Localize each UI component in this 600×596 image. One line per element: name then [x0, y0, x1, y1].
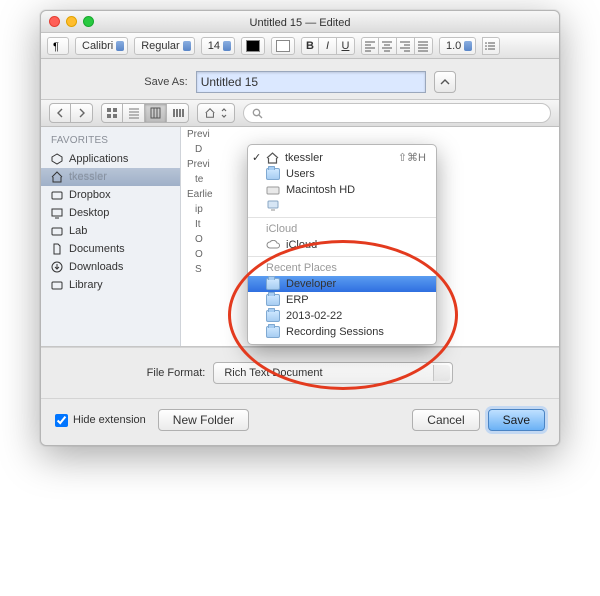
menu-header-recent: Recent Places — [248, 260, 436, 276]
menu-item-users[interactable]: Users — [248, 166, 436, 182]
menu-item-volume[interactable]: Macintosh HD — [248, 182, 436, 198]
menu-item-recent-developer[interactable]: Developer — [248, 276, 436, 292]
new-folder-button[interactable]: New Folder — [158, 409, 249, 431]
folder-icon — [266, 168, 280, 180]
hide-extension-checkbox[interactable]: Hide extension — [55, 414, 146, 427]
menu-item-recent-recording[interactable]: Recording Sessions — [248, 324, 436, 340]
menu-separator — [248, 217, 436, 218]
menu-separator — [248, 256, 436, 257]
sidebar-item-home[interactable]: tkessler — [41, 168, 180, 186]
menu-header-icloud: iCloud — [248, 221, 436, 237]
chevron-updown-icon — [220, 108, 228, 118]
folder-icon — [266, 310, 280, 322]
bold-button[interactable]: B — [301, 37, 319, 55]
coverflow-view-button[interactable] — [167, 103, 189, 123]
save-button[interactable]: Save — [488, 409, 545, 431]
icon-view-button[interactable] — [101, 103, 123, 123]
view-segment — [101, 103, 189, 123]
menu-item-icloud[interactable]: iCloud — [248, 237, 436, 253]
underline-button[interactable]: U — [337, 37, 355, 55]
sidebar-item-library[interactable]: Library — [41, 276, 180, 294]
column-view-button[interactable] — [145, 103, 167, 123]
highlight-color-button[interactable] — [271, 37, 295, 55]
dialog-footer: Hide extension New Folder Cancel Save — [41, 399, 559, 445]
file-format-select[interactable]: Rich Text Document — [213, 362, 453, 384]
home-icon — [204, 107, 216, 119]
path-popup-button[interactable] — [197, 103, 235, 123]
titlebar[interactable]: Untitled 15 — Edited — [41, 11, 559, 33]
back-button[interactable] — [49, 103, 71, 123]
save-as-row: Save As: — [41, 59, 559, 99]
list-segment — [482, 37, 500, 55]
menu-item-recent-erp[interactable]: ERP — [248, 292, 436, 308]
menu-item-home[interactable]: ✓ tkessler ⇧⌘H — [248, 149, 436, 166]
menu-item-recent-date[interactable]: 2013-02-22 — [248, 308, 436, 324]
format-toolbar: ¶ Calibri Regular 14 B I U 1.0 — [41, 33, 559, 59]
sidebar-item-desktop[interactable]: Desktop — [41, 204, 180, 222]
align-right-icon[interactable] — [397, 37, 415, 55]
folder-icon — [266, 326, 280, 338]
hdd-icon — [266, 184, 280, 196]
nav-segment — [49, 103, 93, 123]
expand-collapse-button[interactable] — [434, 71, 456, 93]
align-left-icon[interactable] — [361, 37, 379, 55]
align-center-icon[interactable] — [379, 37, 397, 55]
font-family-select[interactable]: Calibri — [75, 37, 128, 55]
italic-button[interactable]: I — [319, 37, 337, 55]
sidebar-header: FAVORITES — [41, 131, 180, 150]
file-format-row: File Format: Rich Text Document — [41, 347, 559, 399]
sidebar-item-applications[interactable]: Applications — [41, 150, 180, 168]
mac-icon — [266, 200, 280, 212]
sidebar: FAVORITES Applications tkessler Dropbox … — [41, 127, 181, 346]
path-popup-menu: ✓ tkessler ⇧⌘H Users Macintosh HD iCloud… — [247, 144, 437, 345]
sidebar-item-documents[interactable]: Documents — [41, 240, 180, 258]
cloud-icon — [266, 240, 280, 250]
sidebar-item-lab[interactable]: Lab — [41, 222, 180, 240]
sidebar-item-dropbox[interactable]: Dropbox — [41, 186, 180, 204]
font-style-select[interactable]: Regular — [134, 37, 195, 55]
text-color-button[interactable] — [241, 37, 265, 55]
menu-item-computer[interactable] — [248, 198, 436, 214]
cancel-button[interactable]: Cancel — [412, 409, 479, 431]
font-size-select[interactable]: 14 — [201, 37, 235, 55]
list-button[interactable] — [482, 37, 500, 55]
text-style-segment: B I U — [301, 37, 355, 55]
paragraph-style-button[interactable]: ¶ — [47, 37, 69, 55]
checkmark-icon: ✓ — [252, 151, 261, 164]
file-format-label: File Format: — [147, 367, 206, 379]
window-title: Untitled 15 — Edited — [41, 15, 559, 29]
forward-button[interactable] — [71, 103, 93, 123]
folder-icon — [266, 278, 280, 290]
sidebar-item-downloads[interactable]: Downloads — [41, 258, 180, 276]
filename-input[interactable] — [196, 71, 426, 93]
alignment-segment — [361, 37, 433, 55]
svg-text:¶: ¶ — [53, 41, 59, 52]
align-justify-icon[interactable] — [415, 37, 433, 55]
folder-icon — [266, 294, 280, 306]
browser-toolbar — [41, 99, 559, 127]
line-spacing-select[interactable]: 1.0 — [439, 37, 476, 55]
list-view-button[interactable] — [123, 103, 145, 123]
search-input[interactable] — [243, 103, 551, 123]
home-icon — [266, 152, 279, 164]
search-icon — [252, 108, 263, 119]
save-as-label: Save As: — [144, 76, 187, 88]
